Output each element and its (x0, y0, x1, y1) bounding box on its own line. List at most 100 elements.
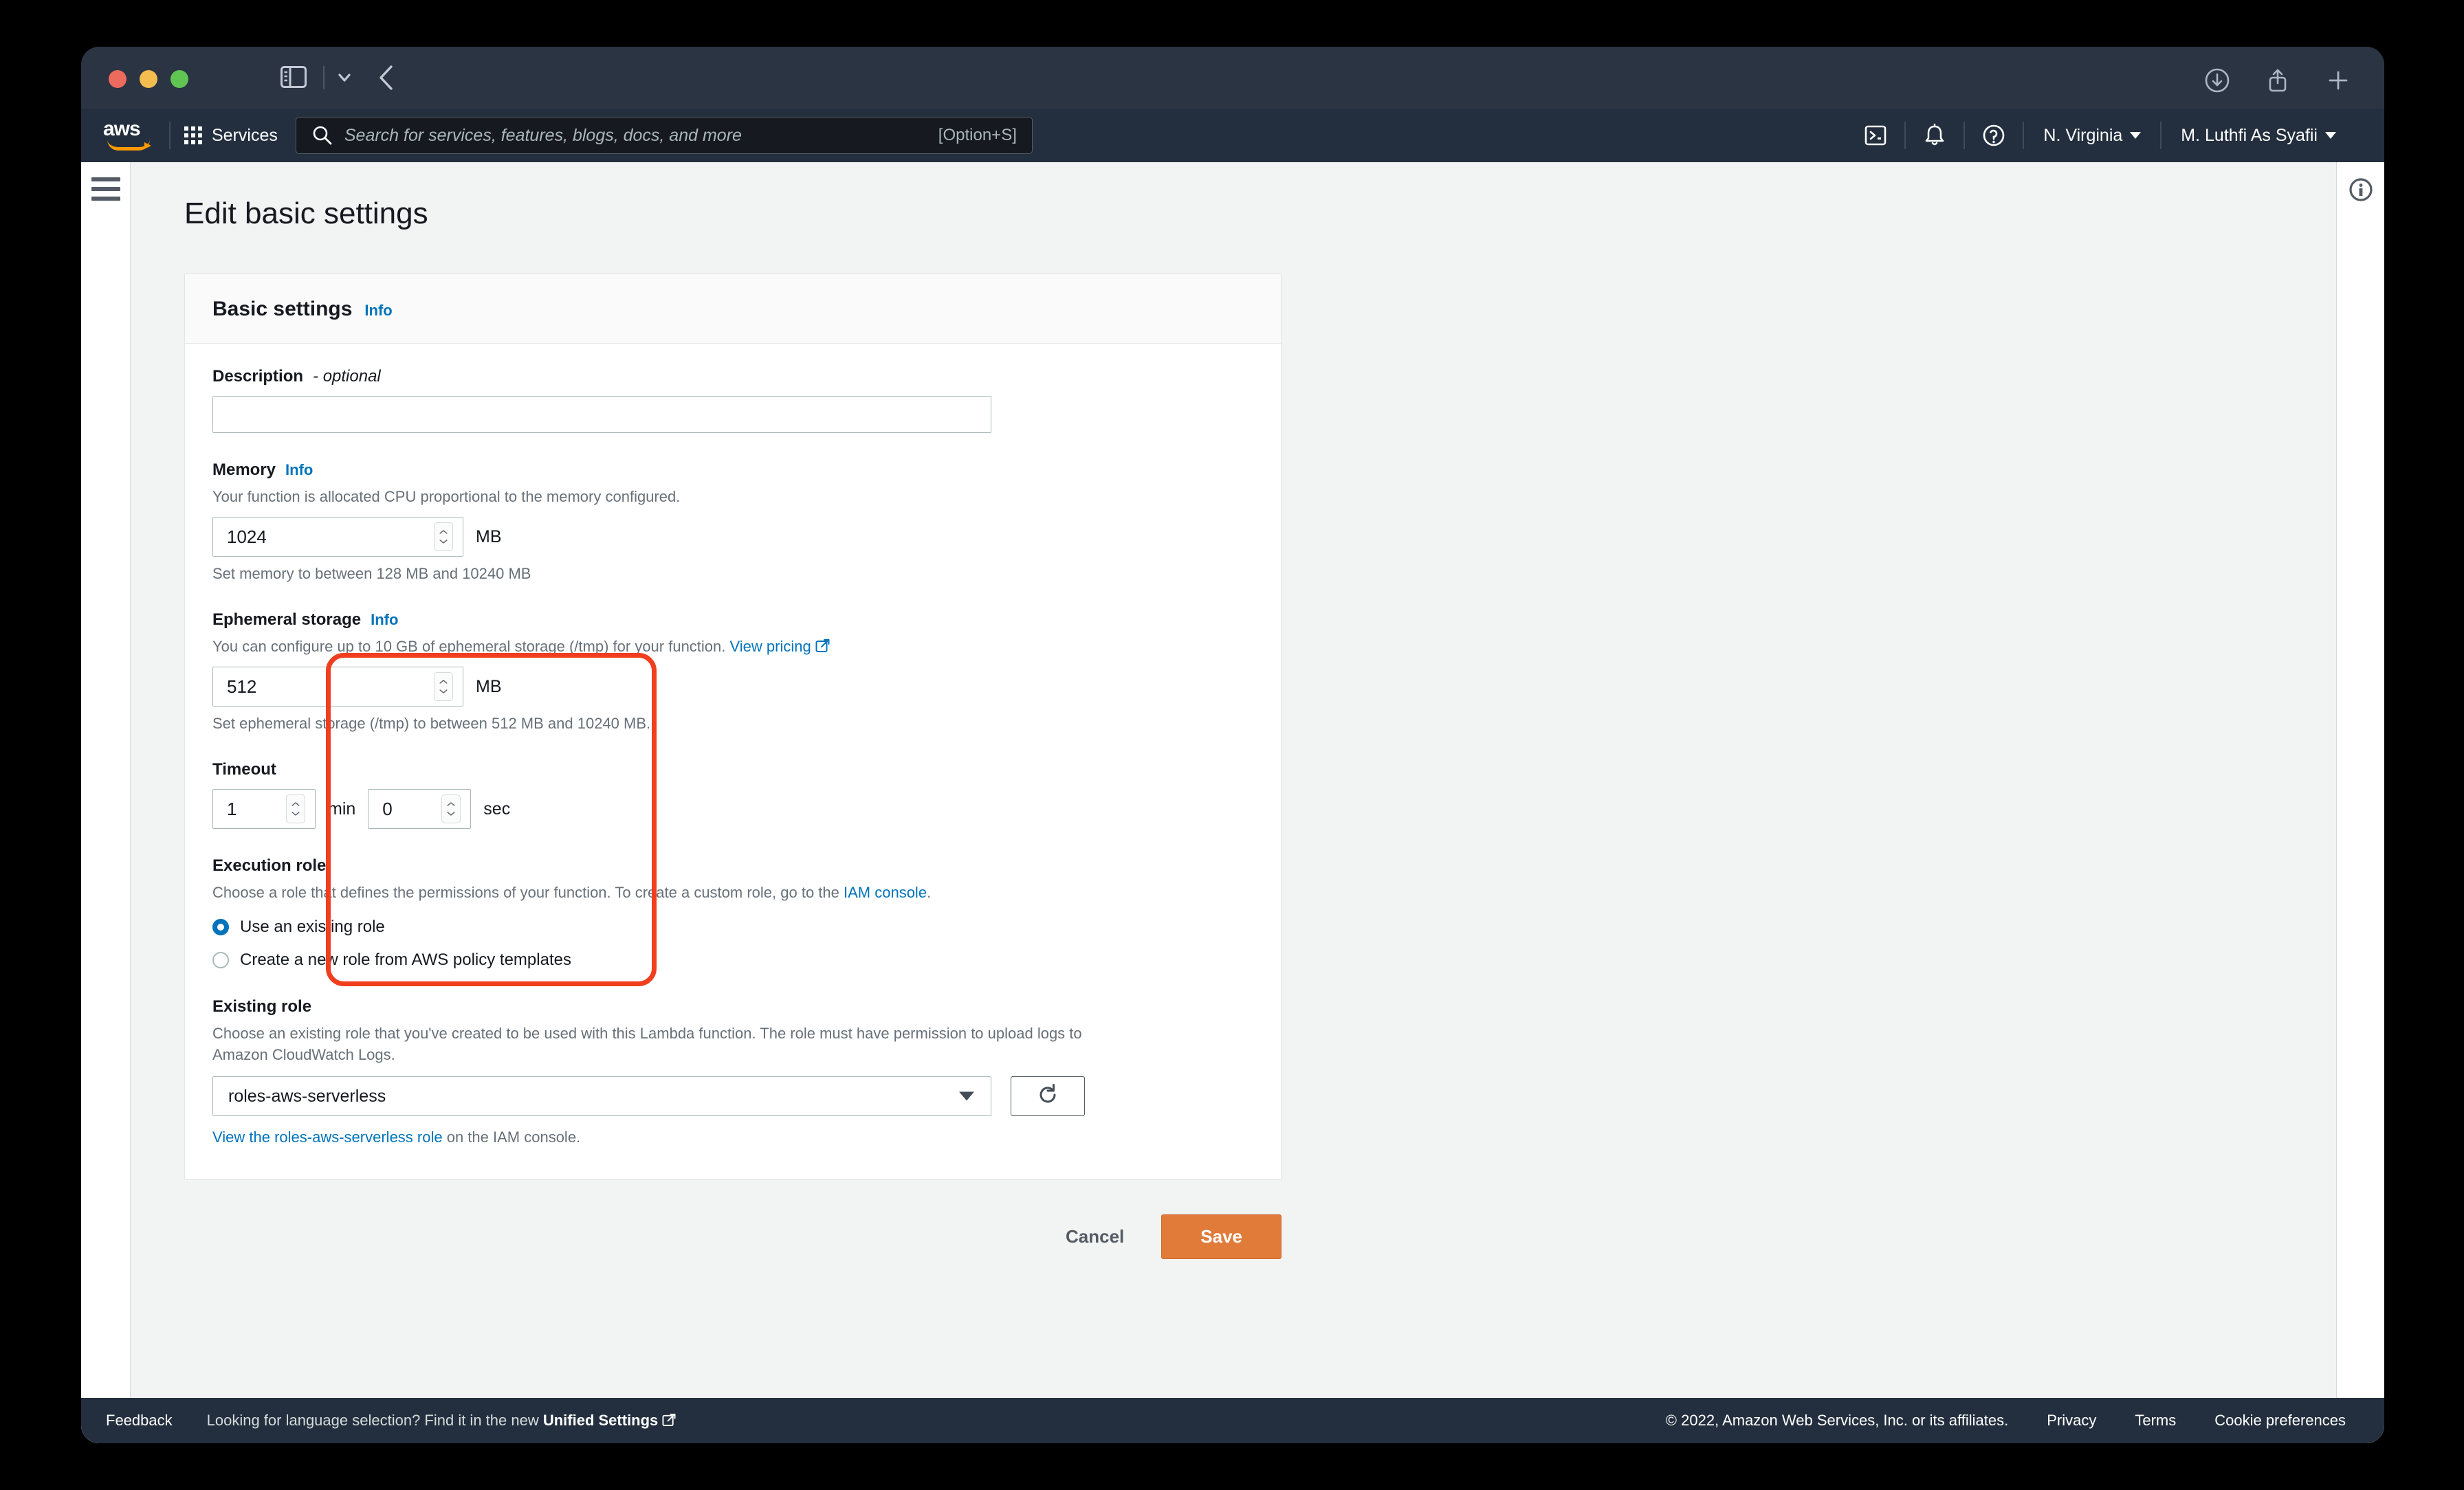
account-menu[interactable]: M. Luthfi As Syafii (2162, 126, 2355, 146)
memory-description: Your function is allocated CPU proportio… (212, 488, 681, 505)
help-icon[interactable] (1979, 120, 2009, 151)
view-pricing-link[interactable]: View pricing (730, 638, 811, 655)
memory-label: Memory Info (212, 460, 1253, 480)
radio-button-unselected[interactable] (212, 951, 229, 968)
right-info-rail (2336, 162, 2384, 1443)
radio-label-create-new: Create a new role from AWS policy templa… (240, 950, 571, 969)
search-placeholder: Search for services, features, blogs, do… (344, 125, 742, 145)
execution-role-description: Choose a role that defines the permissio… (212, 882, 1253, 903)
language-notice: Looking for language selection? Find it … (207, 1412, 677, 1430)
description-input[interactable] (212, 396, 991, 433)
description-label-text: Description (212, 367, 304, 386)
memory-input[interactable]: 1024 (212, 517, 463, 557)
execution-role-label-text: Execution role (212, 856, 327, 876)
memory-value: 1024 (227, 526, 267, 547)
terms-link[interactable]: Terms (2135, 1412, 2176, 1430)
iam-console-link[interactable]: IAM console (844, 884, 927, 901)
ephemeral-storage-description: You can configure up to 10 GB of ephemer… (212, 636, 1253, 657)
feedback-link[interactable]: Feedback (106, 1412, 173, 1430)
timeout-seconds-stepper[interactable] (441, 794, 461, 824)
close-window-button[interactable] (109, 70, 126, 88)
basic-settings-card: Basic settings Info Description - option… (184, 274, 1282, 1181)
nav-divider (1904, 122, 1906, 149)
main-content: Edit basic settings Basic settings Info … (131, 162, 2336, 1443)
timeout-seconds-unit: sec (483, 799, 511, 819)
footer-left: Feedback Looking for language selection?… (106, 1412, 676, 1430)
ephemeral-storage-hint: Set ephemeral storage (/tmp) to between … (212, 715, 651, 733)
chevron-down-icon (2130, 132, 2142, 139)
share-icon[interactable] (2263, 66, 2292, 95)
search-icon (311, 124, 333, 146)
cancel-button[interactable]: Cancel (1059, 1216, 1131, 1257)
radio-use-existing-role[interactable]: Use an existing role (212, 918, 1253, 937)
info-panel-icon[interactable] (2346, 175, 2376, 1443)
refresh-roles-button[interactable] (1011, 1076, 1085, 1117)
description-optional-suffix: - optional (313, 367, 381, 386)
execution-role-label: Execution role (212, 856, 1253, 876)
download-icon[interactable] (2203, 66, 2232, 95)
services-label: Services (212, 125, 278, 145)
unified-settings-link[interactable]: Unified Settings (543, 1412, 658, 1429)
timeout-minutes-input[interactable]: 1 (212, 789, 316, 830)
memory-info-link[interactable]: Info (285, 461, 313, 479)
maximize-window-button[interactable] (170, 70, 188, 88)
ephemeral-storage-field-group: Ephemeral storage Info You can configure… (212, 610, 1253, 733)
view-role-iam-link[interactable]: View the roles-aws-serverless role (212, 1128, 443, 1146)
aws-logo[interactable]: aws (103, 119, 155, 152)
chevron-down-icon (2325, 132, 2336, 139)
view-role-link-suffix: on the IAM console. (442, 1128, 581, 1146)
services-menu-button[interactable]: Services (184, 126, 278, 146)
page-title: Edit basic settings (184, 197, 428, 230)
browser-window: us-east-1.console.aws.amazon.com (81, 47, 2384, 1443)
ephemeral-storage-input[interactable]: 512 (212, 667, 463, 707)
ephemeral-storage-value: 512 (227, 676, 257, 697)
minimize-window-button[interactable] (140, 70, 157, 88)
existing-role-description: Choose an existing role that you've crea… (212, 1024, 1082, 1063)
left-navigation-rail (81, 162, 131, 1443)
ephemeral-storage-info-link[interactable]: Info (371, 611, 398, 629)
hamburger-menu-icon[interactable] (91, 177, 120, 1443)
aws-logo-text: aws (103, 118, 141, 140)
chevron-down-icon (959, 1091, 974, 1101)
card-title: Basic settings (212, 298, 353, 320)
description-label: Description - optional (212, 367, 1253, 386)
timeout-seconds-value: 0 (382, 798, 393, 819)
new-tab-icon[interactable] (2324, 66, 2353, 95)
back-arrow-icon[interactable] (375, 63, 399, 92)
chevron-down-icon[interactable] (334, 69, 355, 87)
execution-role-description-text: Choose a role that defines the permissio… (212, 884, 844, 902)
radio-create-new-role[interactable]: Create a new role from AWS policy templa… (212, 950, 1253, 970)
refresh-icon (1036, 1083, 1059, 1110)
card-info-link[interactable]: Info (364, 302, 392, 320)
external-link-icon (662, 1413, 676, 1427)
cloudshell-icon[interactable] (1860, 120, 1891, 151)
radio-button-selected[interactable] (212, 918, 229, 935)
nav-divider (169, 122, 170, 149)
memory-hint: Set memory to between 128 MB and 10240 M… (212, 565, 531, 583)
cookie-preferences-link[interactable]: Cookie preferences (2214, 1412, 2346, 1430)
ephemeral-storage-input-row: 512 MB (212, 667, 1253, 707)
ephemeral-storage-label-text: Ephemeral storage (212, 610, 362, 630)
ephemeral-storage-stepper[interactable] (434, 672, 453, 702)
memory-input-row: 1024 MB (212, 517, 1253, 557)
toolbar-divider (323, 66, 324, 89)
memory-stepper[interactable] (434, 522, 453, 552)
existing-role-selected-value: roles-aws-serverless (228, 1086, 386, 1106)
region-selector[interactable]: N. Virginia (2024, 126, 2160, 146)
search-shortcut: [Option+S] (938, 126, 1017, 144)
copyright-text: © 2022, Amazon Web Services, Inc. or its… (1665, 1412, 2009, 1429)
search-input[interactable]: Search for services, features, blogs, do… (295, 117, 1033, 154)
timeout-label: Timeout (212, 760, 1253, 779)
timeout-minutes-stepper[interactable] (286, 794, 305, 824)
language-notice-text: Looking for language selection? Find it … (206, 1412, 543, 1429)
existing-role-field-group: Existing role Choose an existing role th… (212, 997, 1253, 1146)
existing-role-select[interactable]: roles-aws-serverless (212, 1076, 991, 1117)
timeout-seconds-input[interactable]: 0 (368, 789, 472, 830)
save-button[interactable]: Save (1161, 1214, 1282, 1260)
bell-icon[interactable] (1920, 120, 1950, 151)
timeout-minutes-value: 1 (227, 798, 237, 819)
privacy-link[interactable]: Privacy (2047, 1412, 2096, 1430)
aws-top-navigation: aws Services Search for services, featur… (81, 109, 2384, 162)
console-footer: Feedback Looking for language selection?… (81, 1398, 2384, 1443)
sidebar-toggle-icon[interactable] (280, 66, 307, 88)
